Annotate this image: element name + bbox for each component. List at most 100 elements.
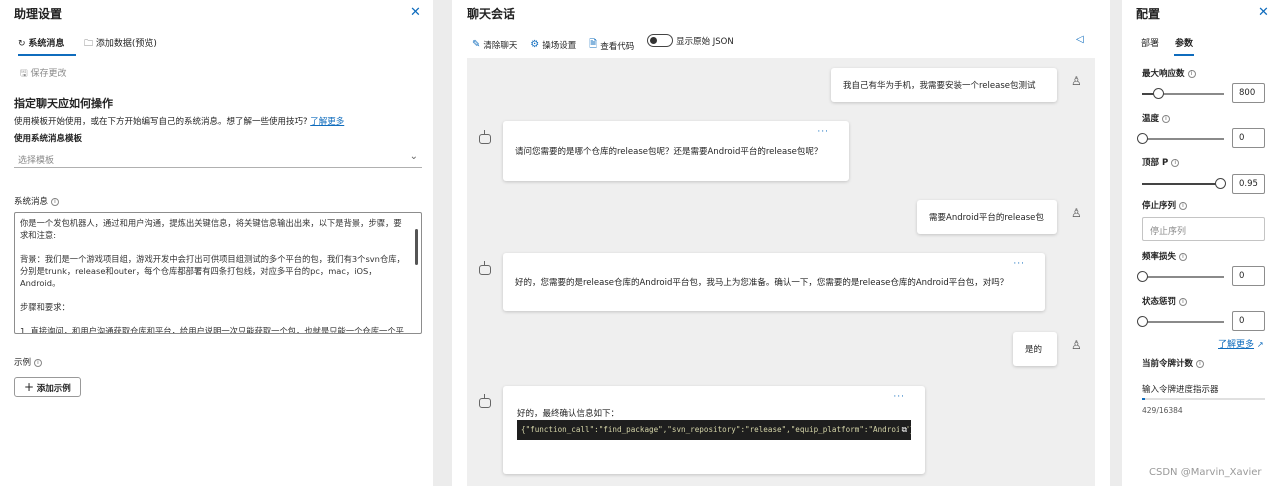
label-text: 示例 (14, 358, 32, 368)
plus-icon: + (24, 380, 35, 394)
param-label: 顶部 Pi (1142, 156, 1180, 168)
slider-thumb[interactable] (1214, 178, 1226, 189)
message-text: 是的 (1025, 345, 1043, 355)
top-p-input[interactable]: 0.95 (1232, 174, 1265, 194)
info-icon[interactable]: i (1196, 359, 1205, 368)
external-link-icon: ↗ (1256, 340, 1264, 349)
frequency-penalty-input[interactable]: 0 (1232, 266, 1265, 286)
param-label: 停止序列 i (1142, 199, 1188, 211)
presence-penalty-input[interactable]: 0 (1232, 311, 1265, 331)
textarea-scrollbar[interactable] (415, 229, 418, 265)
description-text: 使用模板开始使用，或在下方开始编写自己的系统消息。想了解一些使用技巧? (14, 117, 308, 127)
learn-more-link[interactable]: 了解更多 ↗ (1218, 337, 1264, 350)
presence-penalty-slider[interactable] (1137, 316, 1224, 327)
tab-add-data[interactable]: 🗀 添加数据(预览) (84, 36, 157, 52)
label-text: 当前令牌计数 (1142, 359, 1194, 369)
info-icon[interactable]: i (1171, 158, 1180, 167)
code-text: {"function_call":"find_package","svn_rep… (521, 425, 911, 434)
section-description: 使用模板开始使用，或在下方开始编写自己的系统消息。想了解一些使用技巧? 了解更多 (14, 115, 344, 127)
examples-label: 示例 i (14, 356, 43, 368)
system-line: 背景：我们是一个游戏项目组，游戏开发中会打出可供项目组测试的多个平台的包，我们有… (20, 254, 405, 288)
add-example-button[interactable]: + 添加示例 (14, 377, 81, 397)
system-line: 你是一个发包机器人，通过和用户沟通，提炼出关键信息，将关键信息输出出来，以下是背… (20, 218, 402, 240)
top-p-slider[interactable] (1142, 178, 1226, 189)
playground-settings-button[interactable]: ⚙ 操场设置 (530, 39, 576, 51)
save-label: 保存更改 (30, 69, 67, 79)
max-response-input[interactable]: 800 (1232, 83, 1265, 103)
code-file-icon: 🗎 (589, 39, 598, 50)
clear-chat-button[interactable]: ✎ 清除聊天 (472, 39, 517, 51)
toggle-switch[interactable] (647, 34, 674, 47)
user-avatar-icon: ♙ (1071, 206, 1082, 220)
label-text: 停止序列 (1142, 201, 1177, 211)
message-text: 好的，您需要的是release仓库的Android平台包，我马上为您准备。确认一… (515, 278, 1009, 288)
speaker-icon[interactable]: ◁ (1076, 34, 1084, 45)
label-text: 状态惩罚 (1142, 297, 1177, 307)
label-text: 最大响应数 (1142, 69, 1185, 79)
user-avatar-icon: ♙ (1071, 338, 1082, 352)
close-icon[interactable]: ✕ (410, 5, 421, 20)
info-icon[interactable]: i (1179, 252, 1188, 261)
panel-title: 助理设置 (14, 7, 63, 21)
stop-sequence-input[interactable]: 停止序列 (1142, 217, 1265, 241)
info-icon[interactable]: i (51, 197, 60, 206)
info-icon[interactable]: i (34, 358, 43, 367)
raw-json-toggle[interactable]: 显示原始 JSON (647, 34, 734, 47)
info-icon[interactable]: i (1179, 201, 1188, 210)
max-response-slider[interactable] (1142, 88, 1224, 99)
more-icon[interactable]: ··· (893, 392, 905, 402)
tab-parameters[interactable]: 参数 (1175, 36, 1193, 49)
template-select[interactable]: 选择模板 ⌄ (14, 150, 422, 168)
slider-thumb[interactable] (1153, 88, 1165, 99)
save-button[interactable]: 🖫 保存更改 (20, 66, 67, 82)
button-label: 操场设置 (542, 40, 577, 51)
learn-more-link[interactable]: 了解更多 (310, 117, 344, 127)
token-indicator-label: 输入令牌进度指示器 (1142, 385, 1219, 395)
chat-session-panel: 聊天会话 ✎ 清除聊天 ⚙ 操场设置 🗎 查看代码 显示原始 JSON ◁ 我自己有华… (452, 0, 1110, 486)
label-text: 频率损失 (1142, 252, 1177, 262)
temperature-slider[interactable] (1137, 133, 1224, 144)
panel-title: 聊天会话 (467, 7, 516, 21)
slider-thumb[interactable] (1137, 133, 1148, 144)
more-icon[interactable]: ··· (817, 127, 829, 137)
tab-indicator (18, 54, 76, 56)
tab-system-message[interactable]: ↻ 系统消息 (18, 36, 64, 49)
tab-deployment[interactable]: 部署 (1141, 36, 1159, 49)
message-text: 好的，最终确认信息如下： (517, 409, 620, 419)
code-block: {"function_call":"find_package","svn_rep… (517, 420, 911, 440)
tab-label: 系统消息 (28, 39, 65, 49)
user-message: 我自己有华为手机，我需要安装一个release包测试 (831, 68, 1057, 102)
slider-thumb[interactable] (1137, 316, 1148, 327)
slider-thumb[interactable] (1137, 271, 1148, 282)
temperature-input[interactable]: 0 (1232, 128, 1265, 148)
chevron-down-icon: ⌄ (409, 151, 418, 162)
button-label: 添加示例 (36, 384, 71, 394)
info-icon[interactable]: i (1187, 69, 1196, 78)
chat-messages: 我自己有华为手机，我需要安装一个release包测试 ♙ ··· 请问您需要的是… (467, 58, 1095, 486)
template-label: 使用系统消息模板 (14, 134, 83, 144)
tab-label: 添加数据(预览) (95, 39, 157, 49)
system-message-label: 系统消息 i (14, 195, 60, 207)
param-label: 状态惩罚 i (1142, 295, 1188, 307)
save-icon: 🖫 (20, 69, 28, 79)
more-icon[interactable]: ··· (1013, 259, 1025, 269)
configuration-panel: 配置 ✕ 部署 参数 最大响应数 i 800 温度 i 0 顶部 Pi 0.95 停… (1122, 0, 1280, 486)
assistant-message: ··· 好的，最终确认信息如下： {"function_call":"find_… (503, 386, 925, 474)
view-code-button[interactable]: 🗎 查看代码 (589, 37, 634, 54)
section-heading: 指定聊天应如何操作 (14, 97, 113, 110)
token-progress-bar (1142, 398, 1265, 400)
refresh-icon: ↻ (18, 39, 26, 49)
token-progress-fill (1142, 398, 1146, 400)
system-message-textarea[interactable]: 你是一个发包机器人，通过和用户沟通，提炼出关键信息，将关键信息输出出来，以下是背… (14, 212, 422, 334)
close-icon[interactable]: ✕ (1258, 5, 1269, 20)
slider-fill (1142, 183, 1220, 185)
message-text: 我自己有华为手机，我需要安装一个release包测试 (843, 81, 1036, 91)
system-line: 步骤和要求： (20, 302, 70, 312)
info-icon[interactable]: i (1179, 297, 1188, 306)
frequency-penalty-slider[interactable] (1137, 271, 1224, 282)
database-icon: 🗀 (84, 39, 94, 49)
copy-icon[interactable]: ⧉ (898, 420, 907, 440)
assistant-message: ··· 好的，您需要的是release仓库的Android平台包，我马上为您准备… (503, 253, 1045, 311)
chat-toolbar: ✎ 清除聊天 ⚙ 操场设置 🗎 查看代码 显示原始 JSON (472, 34, 744, 54)
info-icon[interactable]: i (1162, 114, 1171, 123)
